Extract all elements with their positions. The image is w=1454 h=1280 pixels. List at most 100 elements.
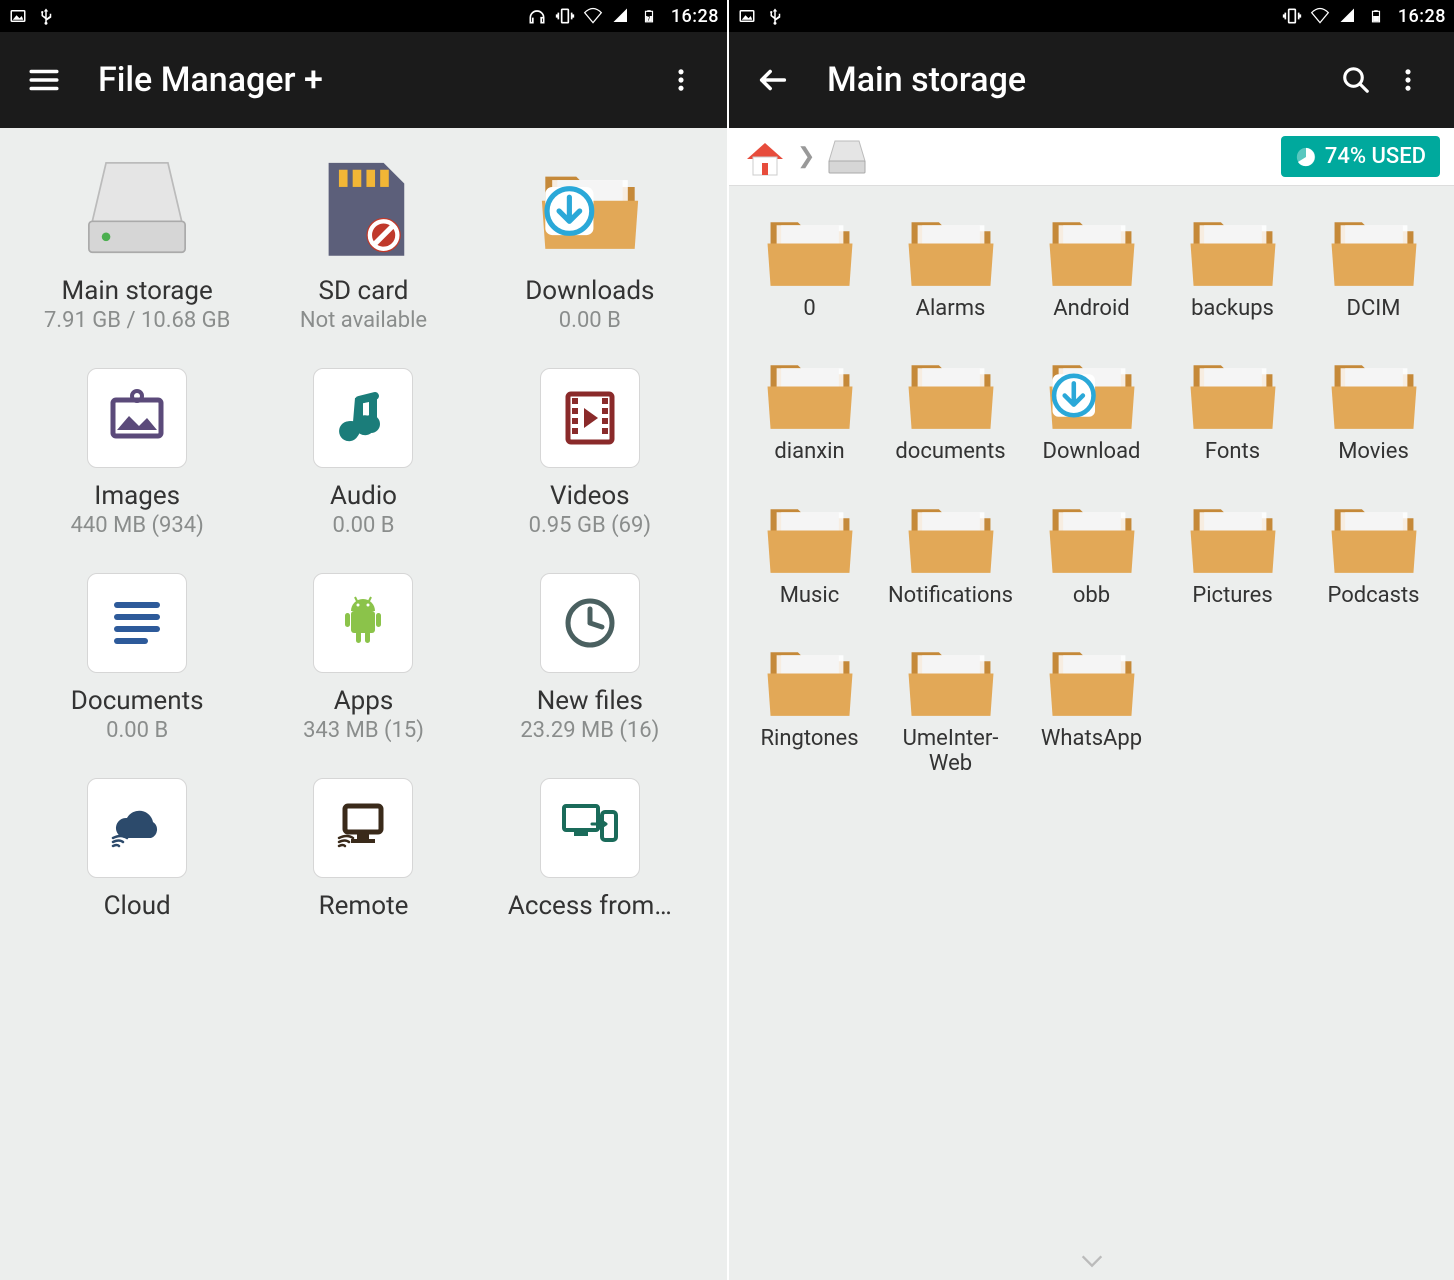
status-bar: 16:28	[729, 0, 1454, 32]
breadcrumb-storage[interactable]	[825, 135, 869, 179]
folder-icon	[1324, 491, 1424, 579]
chevron-right-icon: ❯	[797, 144, 815, 169]
folder-label: Ringtones	[760, 726, 858, 751]
folder-label: 0	[803, 296, 815, 321]
signal-icon	[611, 6, 631, 26]
home-item-label: New files	[537, 686, 643, 716]
folder-icon	[1042, 491, 1142, 579]
folder-item[interactable]: Download	[1021, 347, 1162, 464]
home-item-images[interactable]: Images 440 MB (934)	[24, 363, 250, 538]
app-bar: File Manager +	[0, 32, 727, 128]
status-bar: 16:28	[0, 0, 727, 32]
home-item-videos[interactable]: Videos 0.95 GB (69)	[477, 363, 703, 538]
access-icon	[540, 778, 640, 878]
home-item-audio[interactable]: Audio 0.00 B	[250, 363, 476, 538]
home-item-sublabel: 7.91 GB / 10.68 GB	[44, 308, 230, 333]
wifi-icon	[583, 6, 603, 26]
menu-button[interactable]	[20, 56, 68, 104]
folder-label: WhatsApp	[1041, 726, 1142, 751]
home-item-label: Access from…	[508, 891, 672, 921]
folder-label: dianxin	[774, 439, 844, 464]
signal-icon	[1338, 6, 1358, 26]
image-notification-icon	[8, 6, 28, 26]
home-item-documents[interactable]: Documents 0.00 B	[24, 568, 250, 743]
folder-item[interactable]: Notifica­tions	[880, 491, 1021, 608]
home-item-label: Documents	[71, 686, 204, 716]
folder-label: backups	[1191, 296, 1274, 321]
folder-label: docu­ments	[895, 439, 1005, 464]
wifi-icon	[1310, 6, 1330, 26]
overflow-button[interactable]	[655, 54, 707, 106]
home-item-label: Videos	[550, 481, 630, 511]
home-item-access-from[interactable]: Access from…	[477, 773, 703, 921]
folder-item[interactable]: obb	[1021, 491, 1162, 608]
folder-item[interactable]: Ringtones	[739, 634, 880, 777]
videos-icon	[540, 368, 640, 468]
back-button[interactable]	[749, 56, 797, 104]
folder-label: Podcasts	[1327, 583, 1419, 608]
folder-item[interactable]: Alarms	[880, 204, 1021, 321]
pie-icon	[1295, 146, 1317, 168]
apps-icon	[313, 573, 413, 673]
folder-item[interactable]: WhatsApp	[1021, 634, 1162, 777]
breadcrumb-home[interactable]	[743, 135, 787, 179]
search-button[interactable]	[1330, 54, 1382, 106]
home-item-label: SD card	[319, 276, 409, 306]
usb-icon	[36, 6, 56, 26]
drive-icon	[82, 156, 192, 270]
overflow-button[interactable]	[1382, 54, 1434, 106]
folder-label: Music	[780, 583, 840, 608]
folder-item[interactable]: Movies	[1303, 347, 1444, 464]
folder-icon	[901, 204, 1001, 292]
home-item-label: Apps	[334, 686, 394, 716]
status-clock: 16:28	[1398, 6, 1446, 27]
folder-item[interactable]: backups	[1162, 204, 1303, 321]
home-item-label: Images	[94, 481, 180, 511]
folder-item[interactable]: DCIM	[1303, 204, 1444, 321]
images-icon	[87, 368, 187, 468]
folder-icon	[1183, 347, 1283, 435]
sdcard-icon	[308, 156, 418, 270]
folder-item[interactable]: Android	[1021, 204, 1162, 321]
headphones-icon	[527, 6, 547, 26]
folder-label: Pictures	[1192, 583, 1272, 608]
home-item-label: Remote	[319, 891, 409, 921]
home-item-main-storage[interactable]: Main storage 7.91 GB / 10.68 GB	[24, 158, 250, 333]
home-item-cloud[interactable]: Cloud	[24, 773, 250, 921]
app-title: File Manager +	[98, 60, 655, 100]
usage-badge[interactable]: 74% USED	[1281, 136, 1440, 177]
folder-icon	[1183, 491, 1283, 579]
home-item-label: Main storage	[62, 276, 213, 306]
folder-item[interactable]: docu­ments	[880, 347, 1021, 464]
home-item-sublabel: 343 MB (15)	[303, 718, 424, 743]
screen-folder: 16:28 Main storage ❯ 74% USED	[727, 0, 1454, 1280]
home-item-sublabel: 0.00 B	[332, 513, 394, 538]
folder-icon	[901, 347, 1001, 435]
folder-item[interactable]: dianxin	[739, 347, 880, 464]
battery-icon	[1366, 6, 1386, 26]
home-item-new-files[interactable]: New files 23.29 MB (16)	[477, 568, 703, 743]
folder-label: Alarms	[916, 296, 986, 321]
folder-icon	[1324, 347, 1424, 435]
home-item-sd-card[interactable]: SD card Not available	[250, 158, 476, 333]
folder-icon	[760, 491, 860, 579]
folder-label: obb	[1073, 583, 1110, 608]
remote-icon	[313, 778, 413, 878]
home-item-downloads[interactable]: Downloads 0.00 B	[477, 158, 703, 333]
home-item-label: Audio	[330, 481, 397, 511]
folder-item[interactable]: Music	[739, 491, 880, 608]
folder-item[interactable]: 0	[739, 204, 880, 321]
home-item-remote[interactable]: Remote	[250, 773, 476, 921]
scroll-hint-icon	[1077, 1253, 1107, 1272]
screen-home: 16:28 File Manager + Main storage 7.91 G…	[0, 0, 727, 1280]
folder-item[interactable]: UmeInter­Web	[880, 634, 1021, 777]
home-item-apps[interactable]: Apps 343 MB (15)	[250, 568, 476, 743]
status-clock: 16:28	[671, 6, 719, 27]
folder-icon	[1183, 204, 1283, 292]
folder-icon	[1042, 347, 1142, 435]
home-item-sublabel: 0.00 B	[106, 718, 168, 743]
folder-item[interactable]: Pictures	[1162, 491, 1303, 608]
documents-icon	[87, 573, 187, 673]
folder-item[interactable]: Fonts	[1162, 347, 1303, 464]
folder-item[interactable]: Podcasts	[1303, 491, 1444, 608]
